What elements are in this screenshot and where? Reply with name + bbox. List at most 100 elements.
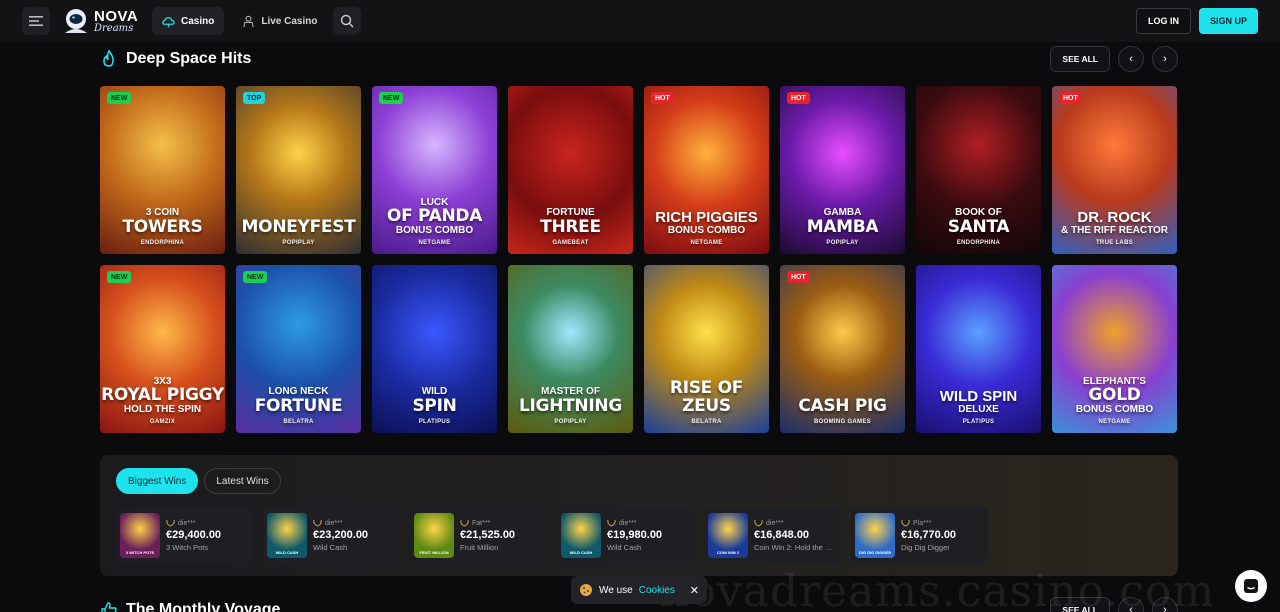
win-amount: €16,848.00	[754, 529, 810, 541]
search-icon	[341, 14, 354, 28]
game-tile[interactable]: NEW LONG NECK FORTUNE BELATRA	[236, 265, 361, 433]
win-info: die*** €19,980.00 Wild Cash	[607, 519, 663, 553]
win-game-thumbnail: WILD CASH	[267, 513, 307, 558]
game-provider: ENDORPHINA	[140, 239, 185, 246]
game-provider: POPIPLAY	[282, 239, 315, 246]
game-badge: HOT	[651, 92, 674, 104]
win-amount: €23,200.00	[313, 529, 369, 541]
page: NOVA Dreams Casino Live Casino LOG IN SI…	[0, 0, 1280, 612]
win-card[interactable]: DIG DIG DIGGER Pla*** €16,770.00 Dig Dig Di…	[851, 508, 988, 563]
game-tile[interactable]: BOOK OF SANTA ENDORPHINA	[916, 86, 1041, 254]
win-thumb-label: DIG DIG DIGGER	[858, 550, 892, 555]
game-provider: PLATIPUS	[418, 418, 451, 425]
game-tile[interactable]: FORTUNE THREE GAMEBEAT	[508, 86, 633, 254]
game-tile[interactable]: NEW LUCK OF PANDA BONUS COMBO NETGAME	[372, 86, 497, 254]
prev-arrow-button[interactable]: ‹	[1118, 46, 1144, 72]
game-badge: HOT	[787, 271, 810, 283]
tab-live-casino-label: Live Casino	[261, 15, 318, 27]
win-user: die***	[166, 519, 221, 527]
game-title-main: ROYAL PIGGY	[101, 385, 224, 406]
tab-live-casino[interactable]: Live Casino	[232, 7, 327, 35]
menu-button[interactable]	[22, 7, 50, 35]
game-provider: NETGAME	[418, 239, 451, 246]
tab-casino[interactable]: Casino	[152, 7, 225, 35]
chat-support-button[interactable]	[1235, 570, 1267, 602]
laurel-icon	[460, 519, 469, 527]
game-provider: NETGAME	[1098, 418, 1131, 425]
game-tile[interactable]: HOT DR. ROCK & THE RIFF REACTOR TRUE LABS	[1052, 86, 1177, 254]
win-card[interactable]: WILD CASH die*** €23,200.00 Wild Cash	[263, 508, 400, 563]
win-thumb-label: FRUIT MILLION	[419, 550, 449, 555]
next-arrow-button[interactable]: ›	[1152, 46, 1178, 72]
win-card[interactable]: 3 WITCH POTS die*** €29,400.00 3 Witch Pots	[116, 508, 253, 563]
tab-biggest-wins[interactable]: Biggest Wins	[116, 468, 199, 494]
game-tile[interactable]: HOT RICH PIGGIES BONUS COMBO NETGAME	[644, 86, 769, 254]
cookie-policy-link[interactable]: Cookies	[639, 585, 675, 596]
game-tile[interactable]: MASTER OF LIGHTNING POPIPLAY	[508, 265, 633, 433]
game-tile[interactable]: TOP MONEYFEST POPIPLAY	[236, 86, 361, 254]
win-user: Pla***	[901, 519, 956, 527]
win-card[interactable]: FRUIT MILLION Fat*** €21,525.00 Fruit Milli…	[410, 508, 547, 563]
game-badge: HOT	[787, 92, 810, 104]
game-tile[interactable]: NEW 3 COIN TOWERS ENDORPHINA	[100, 86, 225, 254]
game-badge: NEW	[243, 271, 268, 283]
game-title-main: TOWERS	[122, 216, 203, 237]
win-info: die*** €16,848.00 Coin Win 2: Hold the Spi…	[754, 519, 837, 553]
game-title: BOOK OF SANTA ENDORPHINA	[948, 208, 1010, 246]
game-title-sub: DELUXE	[958, 404, 999, 416]
game-badge: HOT	[1059, 92, 1082, 104]
laurel-icon	[607, 519, 616, 527]
win-game-thumbnail: WILD CASH	[561, 513, 601, 558]
win-game-name: Dig Dig Digger	[901, 543, 950, 552]
win-game-name: Wild Cash	[607, 543, 642, 552]
logo-main-text: NOVA	[94, 7, 139, 25]
game-tile[interactable]: WILD SPIN DELUXE PLATIPUS	[916, 265, 1041, 433]
search-button[interactable]	[333, 7, 362, 35]
game-title: RISE OF ZEUS BELATRA	[644, 378, 769, 425]
game-title: GAMBA MAMBA POPIPLAY	[807, 208, 879, 246]
game-tile[interactable]: HOT CASH PIG BOOMING GAMES	[780, 265, 905, 433]
see-all-button[interactable]: SEE ALL	[1050, 46, 1110, 72]
game-tile[interactable]: NEW 3X3 ROYAL PIGGY HOLD THE SPIN GAMZIX	[100, 265, 225, 433]
game-title-main: RISE OF ZEUS	[669, 378, 744, 416]
game-provider: PLATIPUS	[962, 418, 995, 425]
win-card[interactable]: WILD CASH die*** €19,980.00 Wild Cash	[557, 508, 694, 563]
game-title-sub: BONUS COMBO	[1075, 404, 1154, 416]
tab-latest-wins[interactable]: Latest Wins	[204, 468, 281, 494]
thumbs-up-icon	[101, 602, 117, 612]
game-title-pre: RICH PIGGIES	[655, 209, 758, 227]
game-title: 3X3 ROYAL PIGGY HOLD THE SPIN GAMZIX	[101, 376, 224, 425]
game-tile[interactable]: ELEPHANT'S GOLD BONUS COMBO NETGAME	[1052, 265, 1177, 433]
game-tile[interactable]: WILD SPIN PLATIPUS	[372, 265, 497, 433]
game-title-main: MAMBA	[806, 216, 879, 237]
game-tile[interactable]: HOT GAMBA MAMBA POPIPLAY	[780, 86, 905, 254]
game-badge: NEW	[107, 271, 132, 283]
win-username: die***	[766, 519, 784, 527]
game-title-main: SPIN	[412, 395, 457, 416]
game-title-main: OF PANDA	[386, 206, 483, 227]
site-logo[interactable]: NOVA Dreams	[62, 6, 144, 36]
close-icon[interactable]: ✕	[690, 584, 699, 597]
win-game-thumbnail: 3 WITCH POTS	[120, 513, 160, 558]
game-tile[interactable]: RISE OF ZEUS BELATRA	[644, 265, 769, 433]
chevron-left-icon: ‹	[1129, 53, 1133, 65]
game-title-sub: HOLD THE SPIN	[123, 404, 202, 416]
win-card[interactable]: COIN WIN 2 die*** €16,848.00 Coin Win 2: Ho…	[704, 508, 841, 563]
game-title-pre: DR. ROCK	[1077, 209, 1152, 227]
flame-icon	[103, 50, 114, 67]
tab-casino-label: Casino	[181, 15, 215, 27]
game-provider: BELATRA	[691, 418, 722, 425]
win-amount: €19,980.00	[607, 529, 663, 541]
game-title: MASTER OF LIGHTNING POPIPLAY	[519, 387, 622, 425]
cookie-text: We use	[599, 584, 633, 596]
game-badge: TOP	[243, 92, 266, 104]
login-button[interactable]: LOG IN	[1135, 8, 1191, 34]
game-title-main: LIGHTNING	[519, 395, 622, 416]
win-game-thumbnail: DIG DIG DIGGER	[855, 513, 895, 558]
signup-button[interactable]: SIGN UP	[1198, 8, 1258, 34]
game-title: WILD SPIN DELUXE PLATIPUS	[940, 389, 1018, 425]
win-user: die***	[607, 519, 662, 527]
game-title: WILD SPIN PLATIPUS	[412, 387, 456, 425]
win-game-name: Coin Win 2: Hold the Spin	[754, 543, 837, 552]
win-game-thumbnail: FRUIT MILLION	[414, 513, 454, 558]
